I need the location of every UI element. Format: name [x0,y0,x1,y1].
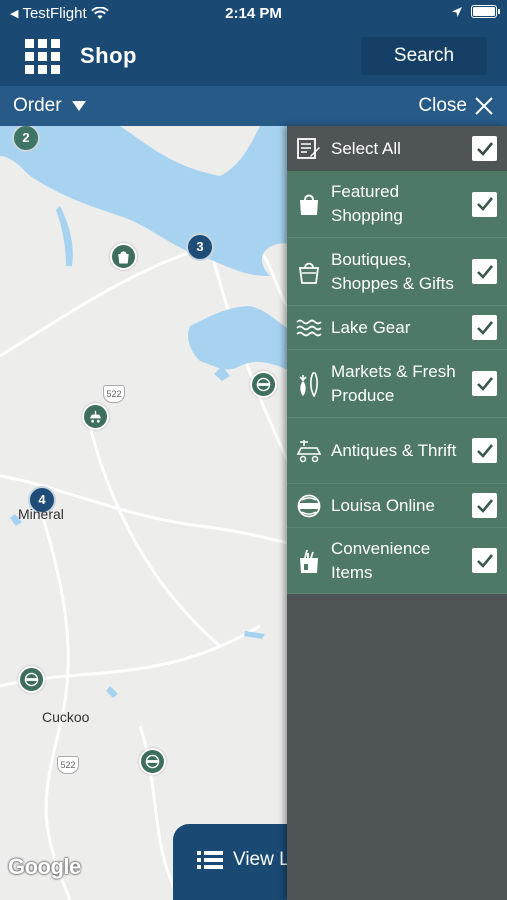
route-shield: 522 [103,385,125,403]
grid-icon[interactable] [25,39,61,75]
category-checkbox[interactable] [472,493,497,518]
caret-down-icon [71,101,86,111]
gift-bag-icon [296,259,322,285]
category-row-boutiques[interactable]: Boutiques, Shoppes & Gifts [287,238,507,306]
grocery-bag-icon [296,548,322,574]
www-globe-icon [256,377,271,392]
map-pin-online[interactable] [139,748,166,775]
category-label: Boutiques, Shoppes & Gifts [331,249,454,293]
antique-cart-icon [89,410,102,423]
map-pin-online[interactable] [250,371,277,398]
www-globe-icon [145,754,160,769]
category-checkbox[interactable] [472,548,497,573]
checkmark-icon [476,443,493,458]
category-checkbox[interactable] [472,259,497,284]
checkmark-icon [476,264,493,279]
app-header: Shop Search [0,28,507,86]
checkmark-icon [476,197,493,211]
category-row-markets[interactable]: Markets & Fresh Produce [287,350,507,418]
category-label: Featured Shopping [331,182,403,225]
filter-bar: Order Close [0,86,507,126]
www-globe-icon [24,672,39,687]
category-checkbox[interactable] [472,315,497,340]
category-label: Lake Gear [331,317,411,337]
search-button[interactable]: Search [361,37,487,75]
list-icon [197,851,223,869]
view-list-label: View L [233,849,290,870]
category-row-lake-gear[interactable]: Lake Gear [287,306,507,350]
category-label: Convenience Items [331,538,431,582]
gift-bag-icon [118,251,129,264]
map-pin-antiques[interactable] [82,403,109,430]
checkmark-icon [476,320,493,335]
page-title: Shop [80,43,137,68]
category-row-antiques[interactable]: Antiques & Thrift [287,418,507,484]
category-label: Louisa Online [331,495,435,515]
category-checkbox[interactable] [472,371,497,396]
select-all-checkbox[interactable] [472,136,497,161]
select-all-label: Select All [331,138,401,158]
category-checkbox[interactable] [472,191,497,217]
map-cluster[interactable]: 3 [186,233,214,261]
close-label: Close [418,95,467,116]
www-globe-icon [296,493,322,519]
category-row-louisa-online[interactable]: Louisa Online [287,484,507,528]
category-label: Antiques & Thrift [331,440,457,460]
close-button[interactable]: Close [418,95,493,117]
checkmark-icon [476,376,493,391]
map-pin-gift-bag[interactable] [110,243,137,270]
category-row-featured-shopping[interactable]: Featured Shopping [287,171,507,238]
route-shield: 522 [57,756,79,774]
checkmark-icon [476,141,493,156]
list-edit-icon [296,136,322,162]
category-checkbox[interactable] [472,438,497,463]
town-label: Mineral [18,506,64,522]
town-label: Cuckoo [42,709,90,725]
select-all-row[interactable]: Select All [287,126,507,171]
order-dropdown[interactable]: Order [13,95,86,117]
location-arrow-icon [452,6,462,17]
status-bar: ◀ TestFlight 2:14 PM [0,0,507,28]
waves-icon [296,315,322,341]
battery-icon [471,5,500,18]
category-label: Markets & Fresh Produce [331,361,456,405]
map-pin-online[interactable] [18,666,45,693]
clock: 2:14 PM [225,5,282,22]
category-row-convenience[interactable]: Convenience Items [287,528,507,594]
category-filter-panel: Select All Featured Shopping Boutiques, … [287,126,507,900]
produce-icon [296,371,322,397]
antique-cart-icon [296,438,322,464]
shopping-bag-icon [296,191,322,217]
google-logo: Google [8,854,81,879]
checkmark-icon [476,498,493,513]
close-icon [475,97,493,115]
order-label: Order [13,95,62,116]
checkmark-icon [476,553,493,568]
